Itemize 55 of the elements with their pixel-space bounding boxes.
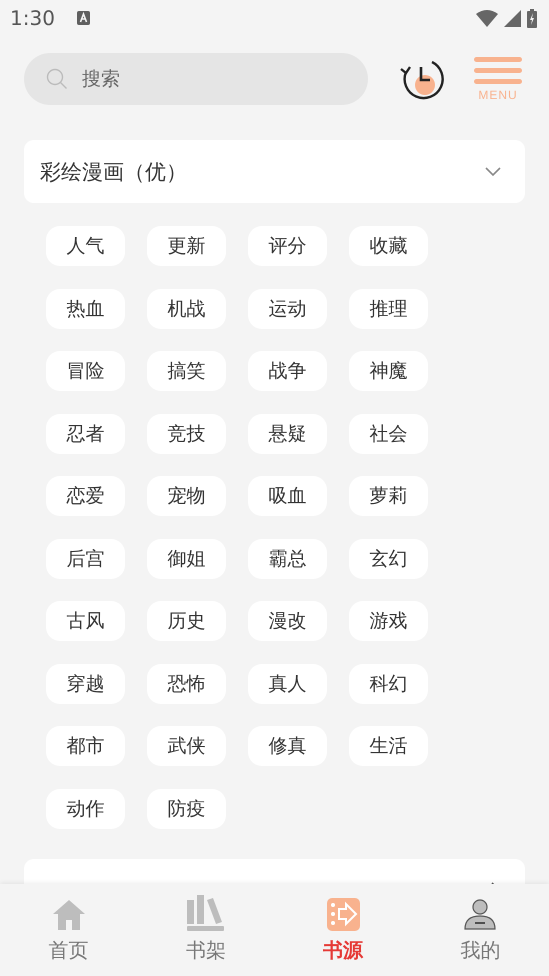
category-tag[interactable]: 恐怖 [147,664,226,704]
nav-tab[interactable]: 首页 [0,884,138,976]
category-tag[interactable]: 神魔 [349,351,428,391]
category-tag[interactable]: 漫改 [248,601,327,641]
category-tag[interactable]: 穿越 [46,664,125,704]
menu-icon [474,56,522,84]
category-tag[interactable]: 科幻 [349,664,428,704]
nav-tab[interactable]: 书源 [274,884,412,976]
category-tag[interactable]: 后宫 [46,538,125,578]
category-tag[interactable]: 生活 [349,726,428,766]
category-tag[interactable]: 竞技 [147,414,226,454]
category-tag[interactable]: 宠物 [147,476,226,516]
category-tag[interactable]: 玄幻 [349,538,428,578]
category-tag[interactable]: 霸总 [248,538,327,578]
source-icon [326,898,360,931]
category-tag[interactable]: 动作 [46,788,125,828]
category-tag[interactable]: 社会 [349,414,428,454]
category-tag[interactable]: 冒险 [46,351,125,391]
category-tag[interactable]: 悬疑 [248,414,327,454]
category-tag[interactable]: 评分 [248,226,327,266]
category-tag[interactable]: 搞笑 [147,351,226,391]
category-tag[interactable]: 人气 [46,226,125,266]
category-tag[interactable]: 战争 [248,351,327,391]
category-tag[interactable]: 机战 [147,288,226,328]
category-tag[interactable]: 古风 [46,601,125,641]
home-icon [52,899,86,931]
category-tag[interactable]: 真人 [248,664,327,704]
category-tag[interactable]: 防疫 [147,788,226,828]
category-tag[interactable]: 忍者 [46,414,125,454]
category-tag[interactable]: 御姐 [147,538,226,578]
category-tag[interactable]: 运动 [248,288,327,328]
category-tag[interactable]: 修真 [248,726,327,766]
books-icon [186,895,225,931]
user-icon [464,899,496,931]
category-tag[interactable]: 恋爱 [46,476,125,516]
search-field[interactable]: 搜索 [24,53,368,105]
category-tag[interactable]: 收藏 [349,226,428,266]
notification-icon [76,11,90,25]
source-header[interactable]: 彩绘漫画（优） [24,140,525,203]
status-time: 1:30 [10,6,55,30]
nav-tab[interactable]: 我的 [412,884,549,976]
category-tag[interactable]: 都市 [46,726,125,766]
category-tag[interactable]: 武侠 [147,726,226,766]
wifi-icon [476,10,498,26]
signal-icon [504,10,521,26]
battery-icon [527,8,537,28]
category-tag[interactable]: 历史 [147,601,226,641]
category-tag[interactable]: 游戏 [349,601,428,641]
category-tag[interactable]: 吸血 [248,476,327,516]
nav-tab[interactable]: 书架 [137,884,274,976]
search-icon [46,68,68,90]
category-tag[interactable]: 萝莉 [349,476,428,516]
category-tag[interactable]: 热血 [46,288,125,328]
category-tag[interactable]: 推理 [349,288,428,328]
category-tag[interactable]: 更新 [147,226,226,266]
